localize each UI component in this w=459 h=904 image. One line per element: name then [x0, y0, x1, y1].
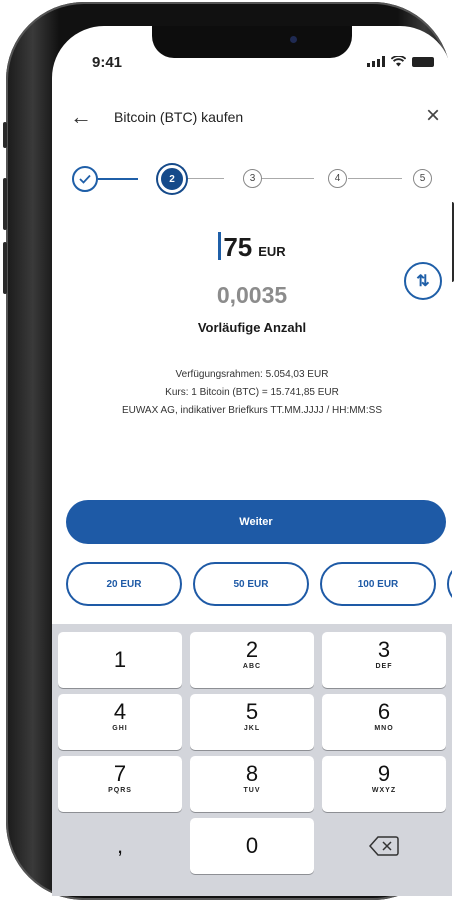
step-4: 4 — [328, 169, 347, 188]
key-5[interactable]: 5 JKL — [190, 694, 314, 750]
key-1[interactable]: 1 — [58, 632, 182, 688]
step-1-checkmark-icon — [72, 166, 98, 192]
notch — [152, 26, 352, 58]
quick-amount-more[interactable] — [447, 562, 452, 606]
volume-down-button — [3, 242, 7, 294]
amount-input[interactable]: 75 EUR — [52, 232, 452, 263]
arrow-left-icon[interactable]: ← — [70, 104, 92, 130]
key-8[interactable]: 8 TUV — [190, 756, 314, 812]
key-9[interactable]: 9 WXYZ — [322, 756, 446, 812]
status-icons — [367, 56, 434, 67]
text-cursor — [218, 232, 222, 260]
progress-stepper: 2 3 4 5 — [72, 164, 442, 193]
key-3[interactable]: 3 DEF — [322, 632, 446, 688]
quick-amount-50[interactable]: 50 EUR — [193, 562, 309, 606]
quick-amount-100[interactable]: 100 EUR — [320, 562, 436, 606]
key-2[interactable]: 2 ABC — [190, 632, 314, 688]
price-source: EUWAX AG, indikativer Briefkurs TT.MM.JJ… — [121, 405, 383, 416]
key-comma[interactable]: , — [58, 818, 182, 874]
key-7[interactable]: 7 PQRS — [58, 756, 182, 812]
wifi-icon — [391, 56, 406, 67]
quick-amount-chips: 20 EUR 50 EUR 100 EUR — [66, 562, 452, 606]
step-5: 5 — [413, 169, 432, 188]
step-3: 3 — [243, 169, 262, 188]
stepper-line — [98, 178, 138, 180]
exchange-rate: Kurs: 1 Bitcoin (BTC) = 15.741,85 EUR — [165, 387, 339, 398]
numeric-keypad: 1 2 ABC 3 DEF 4 GHI 5 JKL 6 MNO 7 PQRS 8 TUV 9W… — [52, 624, 452, 896]
continue-button[interactable]: Weiter — [66, 500, 446, 544]
mute-switch — [3, 122, 7, 148]
status-time: 9:41 — [92, 54, 123, 71]
quantity-label: Vorläufige Anzahl — [197, 320, 307, 335]
app-screen: 9:41 ← Bitcoin (BTC) kaufen × 2 3 4 5 75… — [52, 26, 452, 896]
stepper-line — [186, 178, 224, 179]
amount-currency: EUR — [258, 244, 286, 259]
quick-amount-20[interactable]: 20 EUR — [66, 562, 182, 606]
camera-dot — [290, 36, 297, 43]
key-0[interactable]: 0 — [190, 818, 314, 874]
app-header: ← Bitcoin (BTC) kaufen × — [52, 102, 452, 134]
phone-frame: 9:41 ← Bitcoin (BTC) kaufen × 2 3 4 5 75… — [3, 2, 454, 900]
key-4[interactable]: 4 GHI — [58, 694, 182, 750]
volume-up-button — [3, 178, 7, 230]
step-2: 2 — [158, 165, 186, 193]
signal-icon — [367, 56, 385, 67]
battery-icon — [412, 56, 434, 67]
close-icon[interactable]: × — [426, 102, 440, 130]
available-funds: Verfügungsrahmen: 5.054,03 EUR — [175, 369, 329, 380]
quantity-value: 0,0035 — [216, 282, 288, 308]
page-title: Bitcoin (BTC) kaufen — [114, 109, 244, 125]
key-6[interactable]: 6 MNO — [322, 694, 446, 750]
stepper-line — [262, 178, 314, 179]
stepper-line — [348, 178, 402, 179]
backspace-icon[interactable] — [322, 818, 446, 874]
amount-value: 75 — [223, 232, 253, 262]
